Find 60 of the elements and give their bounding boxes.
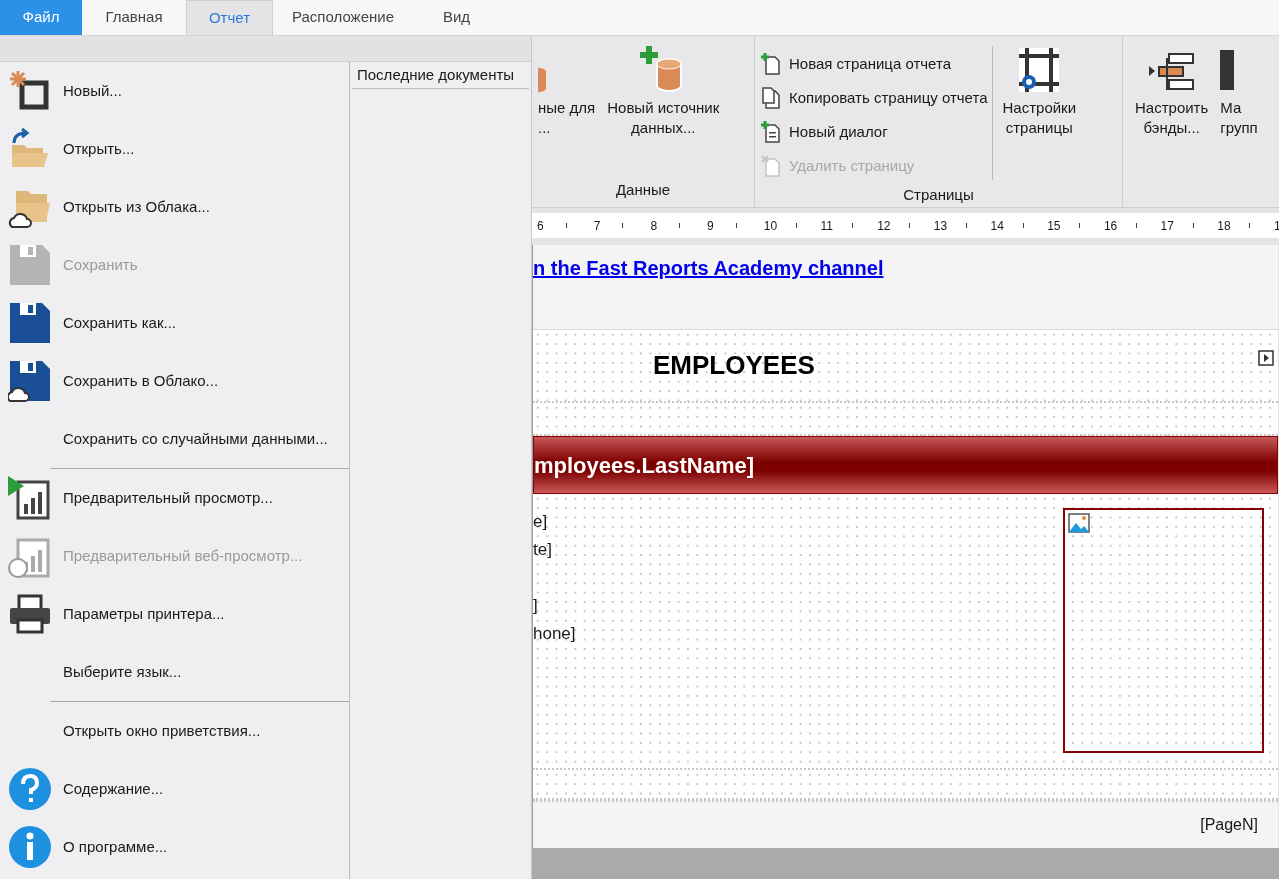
data-field: hone] (533, 620, 576, 648)
file-menu-item[interactable]: Сохранить в Облако... (0, 352, 349, 410)
data-field: te] (533, 536, 576, 564)
printer-icon (8, 592, 52, 636)
file-menu-item[interactable]: Предварительный просмотр... (0, 469, 349, 527)
file-menu-item[interactable]: Выберите язык... (0, 643, 349, 701)
ribbon-group-label: Страницы (902, 185, 975, 205)
ruler-number: 13 (933, 217, 948, 235)
ruler-number: 8 (650, 217, 658, 235)
ribbon-tab[interactable]: Расположение (273, 0, 413, 35)
ribbon-large-button[interactable]: Ма групп (1214, 42, 1258, 152)
ribbon-large-button[interactable]: Настройки страницы (996, 42, 1083, 152)
file-menu-item[interactable]: Сохранить со случайными данными... (0, 410, 349, 468)
report-heading: EMPLOYEES (653, 349, 815, 382)
ruler-number: 11 (820, 217, 833, 235)
file-menu-item[interactable]: О программе... (0, 818, 349, 876)
ribbon-tab[interactable]: Главная (82, 0, 186, 35)
help-icon (8, 767, 52, 811)
ruler-number: 16 (1103, 217, 1118, 235)
ruler-number: 18 (1217, 217, 1231, 235)
ruler-number: 6 (537, 217, 544, 235)
group-header-field: mployees.LastName] (534, 448, 755, 482)
image-icon (1068, 513, 1090, 533)
ribbon-small-button[interactable]: Новая страница отчета (761, 48, 988, 80)
file-menu-item[interactable]: Параметры принтера... (0, 585, 349, 643)
ruler-number: 7 (593, 217, 601, 235)
ruler-number: 17 (1160, 217, 1174, 235)
info-icon (8, 825, 52, 869)
ribbon-large-button[interactable]: Новый источник данных... (601, 42, 726, 152)
page-number-field: [PageN] (1200, 813, 1258, 837)
ribbon-group-label: Данные (614, 180, 672, 200)
ruler-number: 15 (1047, 217, 1061, 235)
data-field: ] (533, 592, 576, 620)
file-menu-item[interactable]: Сохранить как... (0, 294, 349, 352)
ribbon-small-button[interactable]: Новый диалог (761, 116, 988, 148)
file-menu-item[interactable]: Содержание... (0, 760, 349, 818)
file-menu-item[interactable]: Новый... (0, 62, 349, 120)
file-menu-item[interactable]: Открыть из Облака... (0, 178, 349, 236)
play-icon (1258, 350, 1274, 366)
file-menu-item[interactable]: Открыть окно приветствия... (0, 702, 349, 760)
preview-chart-icon (8, 476, 52, 520)
file-menu-item[interactable]: Открыть... (0, 120, 349, 178)
ruler-number: 12 (877, 217, 891, 235)
delete-page-icon (761, 155, 783, 177)
ruler-number: 14 (990, 217, 1004, 235)
ribbon-large-button[interactable]: Настроить бэнды... (1129, 42, 1215, 152)
ribbon-small-button[interactable]: Копировать страницу отчета (761, 82, 988, 114)
new-dialog-icon (761, 121, 783, 143)
academy-link[interactable]: n the Fast Reports Academy channel (533, 257, 884, 279)
copy-pages-icon (761, 87, 783, 109)
ribbon-tab[interactable]: Вид (413, 0, 500, 35)
cloud-floppy-icon (8, 359, 52, 403)
new-document-icon (8, 69, 52, 113)
page-settings-icon (1017, 46, 1062, 94)
ribbon-large-button[interactable]: ные для ... (532, 42, 602, 152)
ruler-number: 10 (763, 217, 778, 235)
data-field: e] (533, 508, 576, 536)
ruler-number: 9 (707, 217, 714, 235)
recent-documents-header: Последние документы (352, 62, 529, 89)
new-page-icon (761, 53, 783, 75)
